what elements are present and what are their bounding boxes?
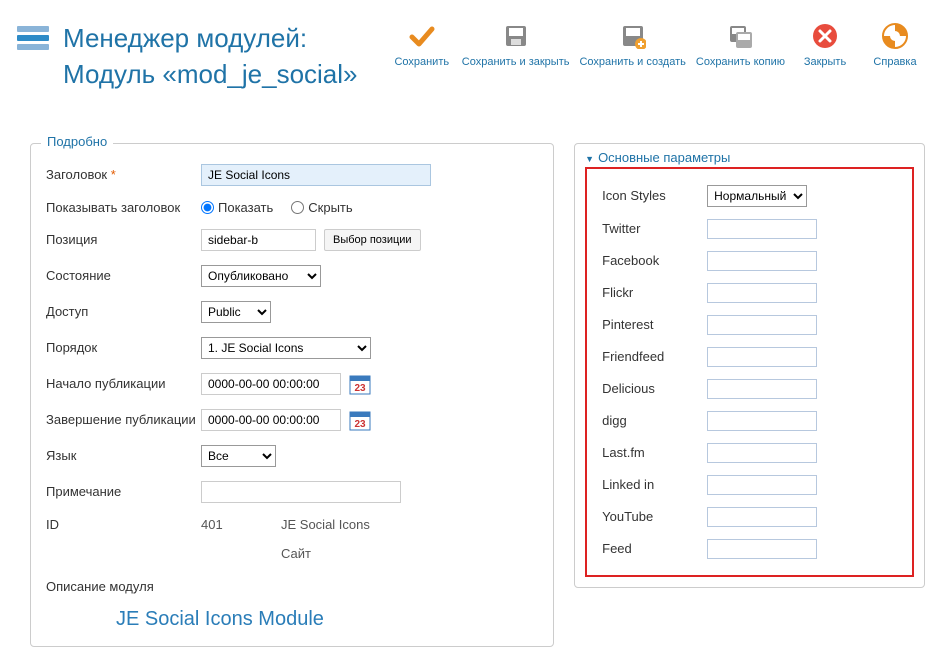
hide-radio[interactable]: Скрыть bbox=[291, 200, 352, 215]
end-pub-label: Завершение публикации bbox=[46, 412, 201, 427]
flickr-label: Flickr bbox=[602, 285, 707, 300]
params-panel-title[interactable]: Основные параметры bbox=[575, 150, 924, 165]
start-pub-input[interactable] bbox=[201, 373, 341, 395]
help-icon bbox=[879, 20, 911, 52]
note-label: Примечание bbox=[46, 484, 201, 499]
order-select[interactable]: 1. JE Social Icons bbox=[201, 337, 371, 359]
params-panel: Основные параметры Icon Styles Нормальны… bbox=[574, 143, 925, 588]
close-button[interactable]: Закрыть bbox=[795, 20, 855, 68]
position-input[interactable] bbox=[201, 229, 316, 251]
show-radio[interactable]: Показать bbox=[201, 200, 273, 215]
youtube-label: YouTube bbox=[602, 509, 707, 524]
id-label: ID bbox=[46, 517, 201, 532]
lastfm-input[interactable] bbox=[707, 443, 817, 463]
digg-label: digg bbox=[602, 413, 707, 428]
lang-label: Язык bbox=[46, 448, 201, 463]
id-name: JE Social Icons bbox=[281, 517, 370, 532]
close-icon bbox=[809, 20, 841, 52]
save-icon bbox=[500, 20, 532, 52]
save-copy-icon bbox=[724, 20, 756, 52]
icon-styles-select[interactable]: Нормальный bbox=[707, 185, 807, 207]
friendfeed-label: Friendfeed bbox=[602, 349, 707, 364]
digg-input[interactable] bbox=[707, 411, 817, 431]
order-label: Порядок bbox=[46, 340, 201, 355]
facebook-label: Facebook bbox=[602, 253, 707, 268]
id-value: 401 bbox=[201, 517, 281, 532]
flickr-input[interactable] bbox=[707, 283, 817, 303]
facebook-input[interactable] bbox=[707, 251, 817, 271]
delicious-label: Delicious bbox=[602, 381, 707, 396]
pinterest-input[interactable] bbox=[707, 315, 817, 335]
lastfm-label: Last.fm bbox=[602, 445, 707, 460]
note-input[interactable] bbox=[201, 481, 401, 503]
help-button[interactable]: Справка bbox=[865, 20, 925, 68]
position-label: Позиция bbox=[46, 232, 201, 247]
lang-select[interactable]: Все bbox=[201, 445, 276, 467]
position-select-button[interactable]: Выбор позиции bbox=[324, 229, 421, 251]
state-select[interactable]: Опубликовано bbox=[201, 265, 321, 287]
youtube-input[interactable] bbox=[707, 507, 817, 527]
module-desc-label: Описание модуля bbox=[46, 579, 201, 594]
page-title: Менеджер модулей: Модуль «mod_je_social» bbox=[63, 20, 358, 93]
start-pub-label: Начало публикации bbox=[46, 376, 201, 391]
site-label: Сайт bbox=[201, 546, 538, 561]
save-close-button[interactable]: Сохранить и закрыть bbox=[462, 20, 570, 68]
save-copy-button[interactable]: Сохранить копию bbox=[696, 20, 785, 68]
save-button[interactable]: Сохранить bbox=[392, 20, 452, 68]
calendar-icon[interactable]: 23 bbox=[349, 373, 371, 395]
details-panel-title: Подробно bbox=[41, 134, 113, 149]
details-panel: Подробно Заголовок * Показывать заголово… bbox=[30, 143, 554, 647]
pinterest-label: Pinterest bbox=[602, 317, 707, 332]
module-logo-icon bbox=[15, 20, 51, 56]
delicious-input[interactable] bbox=[707, 379, 817, 399]
friendfeed-input[interactable] bbox=[707, 347, 817, 367]
toolbar: Сохранить Сохранить и закрыть Сохранить … bbox=[392, 20, 925, 68]
title-input[interactable] bbox=[201, 164, 431, 186]
svg-text:23: 23 bbox=[354, 383, 366, 394]
title-label: Заголовок * bbox=[46, 167, 201, 182]
icon-styles-label: Icon Styles bbox=[602, 188, 707, 203]
linkedin-input[interactable] bbox=[707, 475, 817, 495]
feed-input[interactable] bbox=[707, 539, 817, 559]
module-desc-title: JE Social Icons Module bbox=[116, 608, 538, 631]
twitter-label: Twitter bbox=[602, 221, 707, 236]
feed-label: Feed bbox=[602, 541, 707, 556]
save-new-icon bbox=[617, 20, 649, 52]
calendar-icon[interactable]: 23 bbox=[349, 409, 371, 431]
state-label: Состояние bbox=[46, 268, 201, 283]
show-title-label: Показывать заголовок bbox=[46, 200, 201, 215]
twitter-input[interactable] bbox=[707, 219, 817, 239]
access-select[interactable]: Public bbox=[201, 301, 271, 323]
params-highlight-box: Icon Styles Нормальный Twitter Facebook … bbox=[585, 167, 914, 577]
svg-text:23: 23 bbox=[354, 419, 366, 430]
linkedin-label: Linked in bbox=[602, 477, 707, 492]
end-pub-input[interactable] bbox=[201, 409, 341, 431]
access-label: Доступ bbox=[46, 304, 201, 319]
save-new-button[interactable]: Сохранить и создать bbox=[579, 20, 685, 68]
apply-icon bbox=[406, 20, 438, 52]
